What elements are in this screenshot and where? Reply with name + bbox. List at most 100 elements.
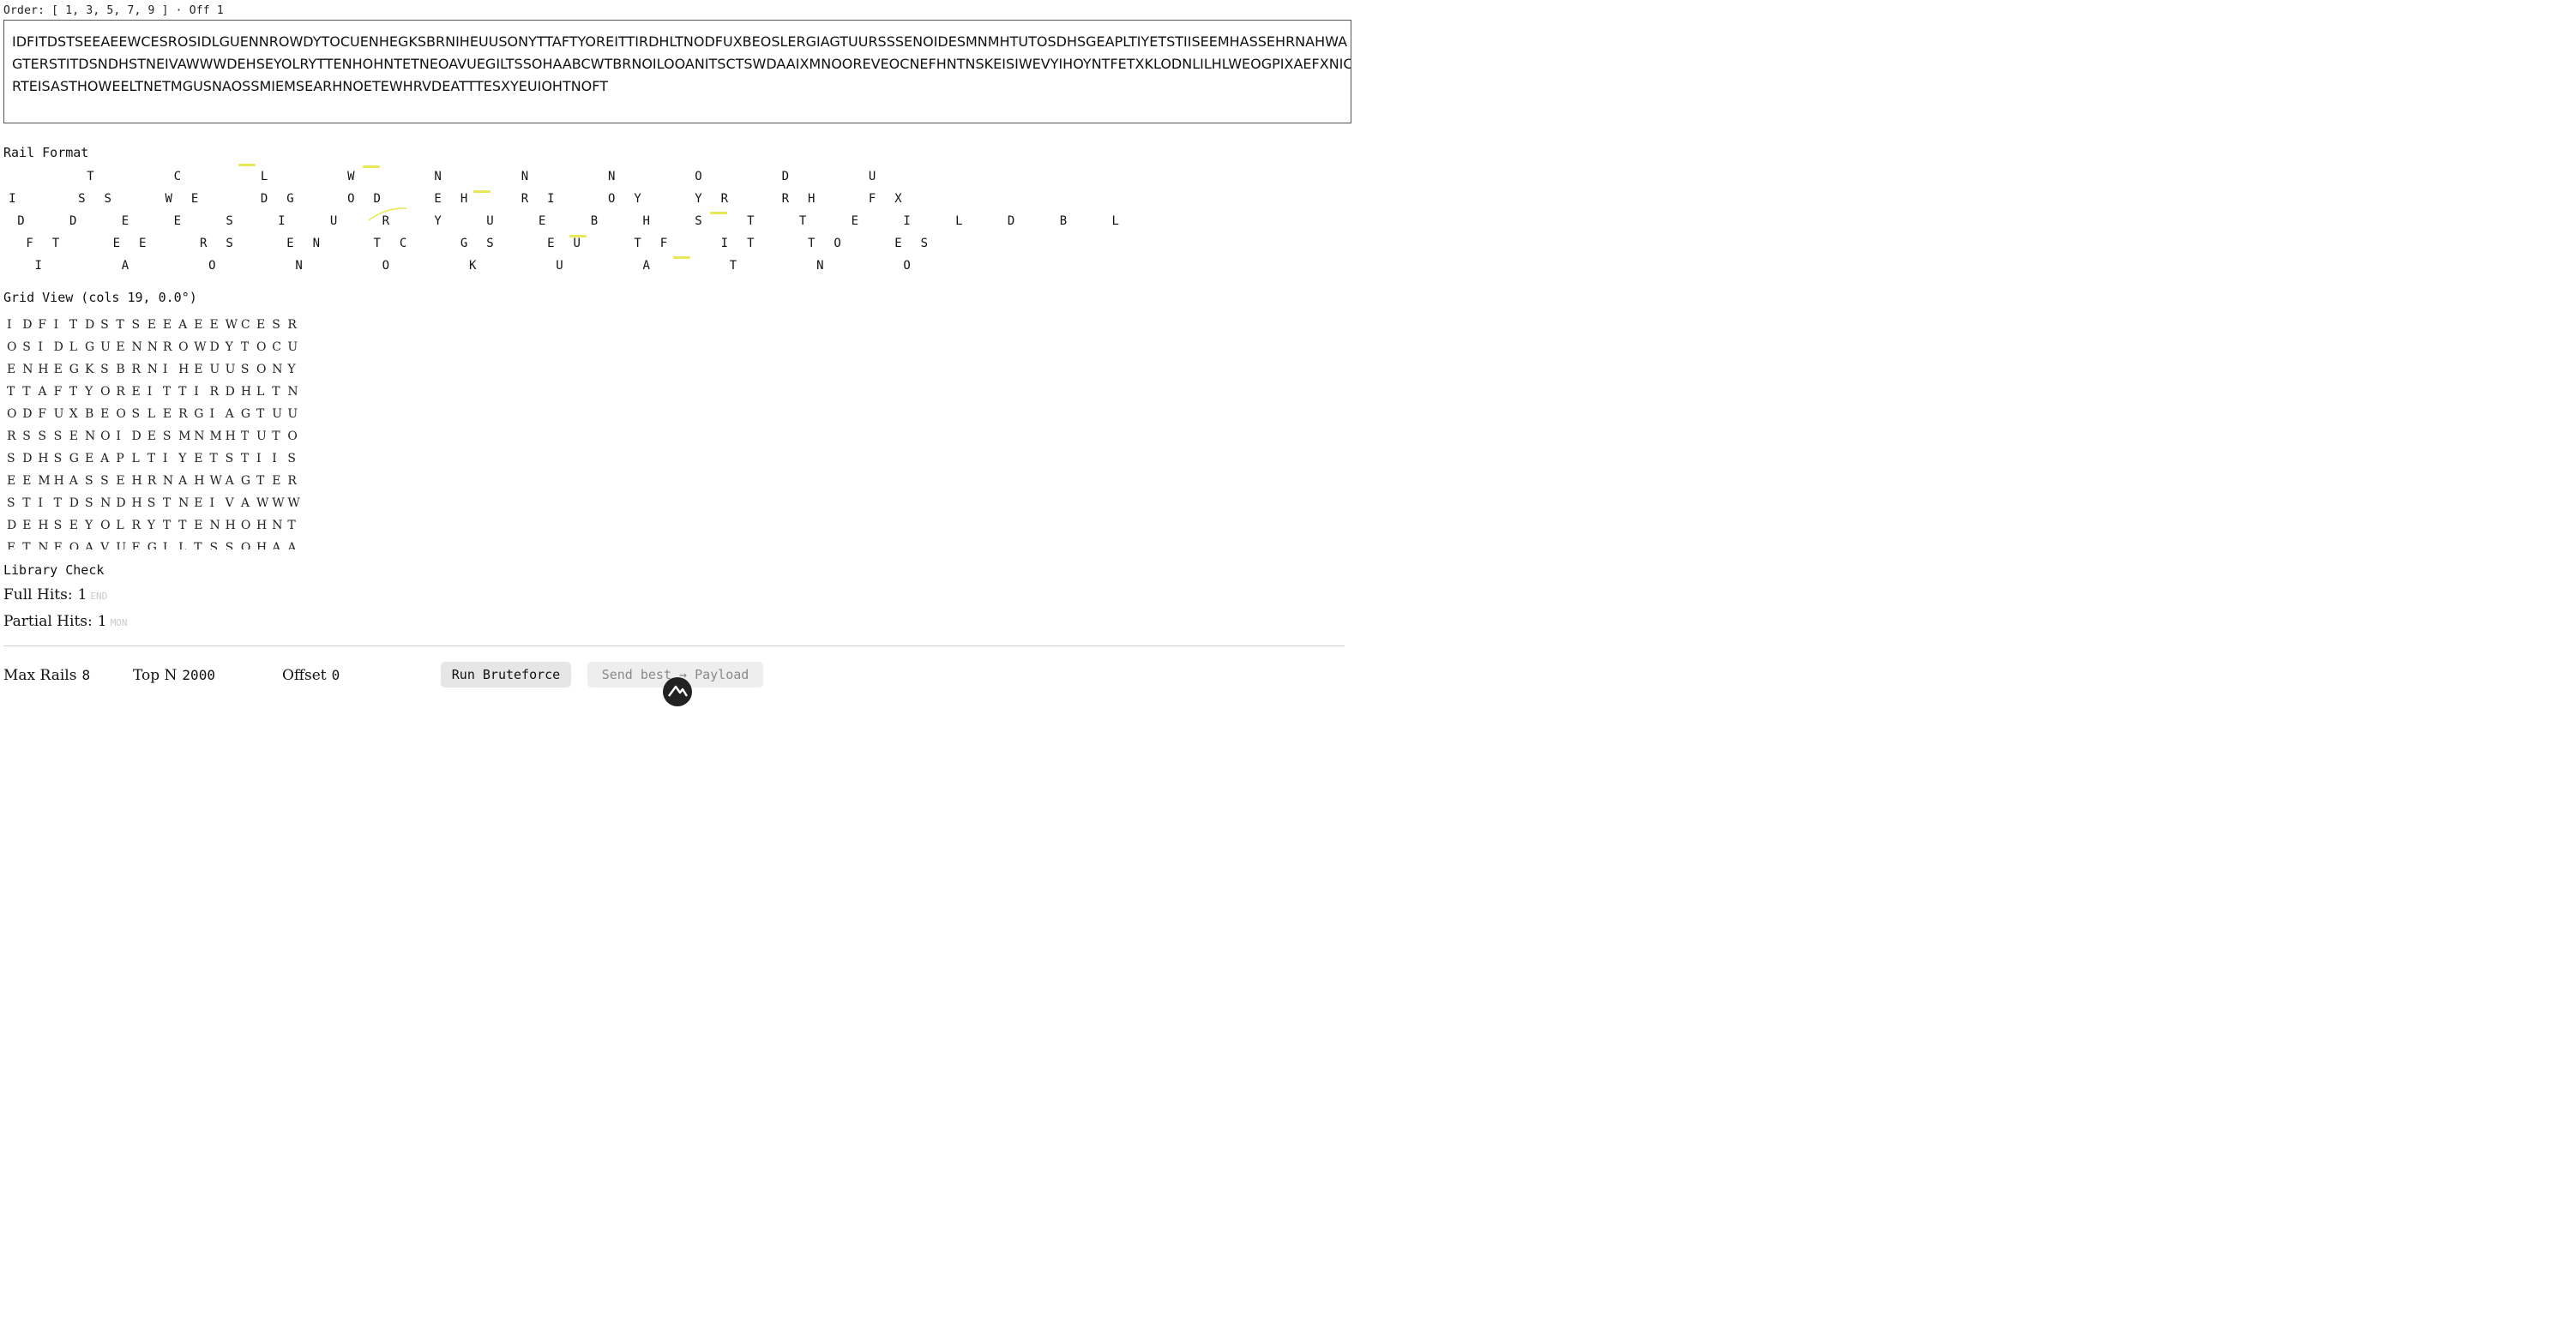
grid-cell: E — [131, 385, 141, 399]
grid-cell: W — [272, 496, 285, 510]
grid-cell: E — [194, 363, 203, 376]
grid-cell: E — [194, 496, 203, 510]
grid-cell: H — [178, 363, 190, 376]
grid-cell: T — [272, 429, 280, 443]
grid-cell: S — [7, 496, 15, 510]
grid-cell: S — [22, 340, 31, 354]
grid-cell: I — [209, 496, 214, 510]
grid-cell: A — [287, 541, 297, 549]
grid-cell: N — [22, 363, 33, 376]
grid-cell: O — [256, 363, 267, 376]
grid-cell: H — [240, 385, 252, 399]
grid-cell: A — [272, 541, 281, 549]
grid-cell: N — [100, 496, 111, 510]
grid-cell: R — [178, 407, 188, 421]
grid-cell: S — [100, 318, 109, 332]
grid-cell: E — [194, 519, 203, 532]
run-bruteforce-button[interactable]: Run Bruteforce — [441, 662, 571, 688]
grid-cell: T — [287, 519, 296, 532]
grid-cell: W — [209, 474, 222, 488]
grid-cell: H — [131, 496, 142, 510]
grid-cell: S — [100, 363, 109, 376]
grid-row: ETNEOAVUEGILTSSOHAA — [7, 537, 316, 549]
partial-hits-word: MON — [110, 617, 128, 628]
grid-cell: I — [38, 496, 43, 510]
rail-format-title: Rail Format — [3, 145, 89, 160]
grid-cell: T — [22, 496, 31, 510]
rail-highlight-stroke — [368, 207, 407, 221]
grid-cell: I — [162, 452, 168, 465]
grid-cell: T — [240, 340, 250, 354]
grid-cell: D — [225, 385, 235, 399]
grid-cell: N — [147, 363, 158, 376]
grid-cell: L — [256, 385, 265, 399]
grid-cell: T — [240, 429, 250, 443]
grid-cell: D — [7, 519, 17, 532]
grid-cell: A — [100, 452, 110, 465]
grid-cell: D — [22, 407, 33, 421]
grid-cell: U — [53, 407, 64, 421]
grid-cell: S — [84, 474, 93, 488]
grid-cell: S — [38, 429, 46, 443]
grid-cell: N — [287, 385, 298, 399]
grid-cell: E — [84, 452, 94, 465]
top-n-input[interactable]: 2000 — [182, 667, 215, 683]
grid-cell: T — [162, 385, 172, 399]
grid-row: SDHSGEAPLTIYETSTIIS — [7, 447, 316, 470]
grid-cell: F — [53, 385, 63, 399]
grid-cell: I — [38, 340, 43, 354]
grid-cell: W — [256, 496, 269, 510]
grid-cell: T — [69, 318, 78, 332]
grid-cell: H — [225, 429, 236, 443]
grid-cell: I — [116, 429, 121, 443]
grid-cell: S — [287, 452, 296, 465]
max-rails-input[interactable]: 8 — [81, 667, 90, 683]
grid-cell: A — [38, 385, 47, 399]
grid-row: EEMHASSEHRNAHWAGTER — [7, 470, 316, 492]
grid-cell: O — [178, 340, 189, 354]
grid-cell: E — [272, 474, 281, 488]
grid-cell: L — [178, 541, 187, 549]
grid-cell: U — [287, 340, 298, 354]
grid-row: ODFUXBEOSLERGIAGTUU — [7, 403, 316, 425]
grid-cell: A — [69, 474, 78, 488]
grid-cell: A — [84, 541, 94, 549]
grid-cell: T — [7, 385, 15, 399]
grid-cell: R — [162, 340, 172, 354]
grid-cell: F — [38, 407, 47, 421]
grid-cell: S — [53, 519, 63, 532]
ciphertext-input[interactable]: IDFITDSTSEEAEEWCESROSIDLGUENNROWDYTOCUEN… — [3, 20, 1351, 123]
grid-cell: H — [131, 474, 142, 488]
grid-cell: U — [256, 429, 267, 443]
grid-cell: E — [162, 318, 172, 332]
grid-cell: G — [84, 340, 95, 354]
grid-cell: P — [116, 452, 124, 465]
grid-cell: S — [162, 429, 172, 443]
grid-cell: E — [53, 541, 63, 549]
grid-cell: S — [225, 541, 234, 549]
grid-cell: O — [100, 429, 111, 443]
grid-row: STITDSNDHSTNEIVAWWW — [7, 492, 316, 514]
grid-cell: U — [100, 340, 111, 354]
grid-cell: L — [131, 452, 140, 465]
grid-cell: E — [256, 318, 266, 332]
grid-cell: H — [38, 519, 49, 532]
offset-input[interactable]: 0 — [332, 667, 340, 683]
grid-cell: T — [256, 474, 265, 488]
grid-cell: B — [84, 407, 94, 421]
max-rails-control: Max Rails 8 — [3, 667, 90, 684]
partial-hits-row: Partial Hits: 1 MON — [3, 613, 127, 630]
grid-cell: N — [131, 340, 142, 354]
grid-cell: A — [225, 474, 234, 488]
grid-cell: A — [240, 496, 250, 510]
grid-cell: N — [84, 429, 96, 443]
grid-cell: O — [240, 541, 251, 549]
rail-highlight-mark — [473, 190, 491, 193]
grid-row: RSSSENOIDESMNMHTUTO — [7, 425, 316, 447]
grid-cell: I — [147, 385, 153, 399]
grid-cell: H — [38, 452, 49, 465]
grid-cell: T — [162, 496, 172, 510]
ciphertext-line-2: GTERSTITDSNDHSTNEIVAWWWDEHSEYOLRYTTENHOH… — [12, 56, 1351, 72]
grid-cell: Y — [84, 519, 93, 532]
grid-cell: D — [209, 340, 220, 354]
